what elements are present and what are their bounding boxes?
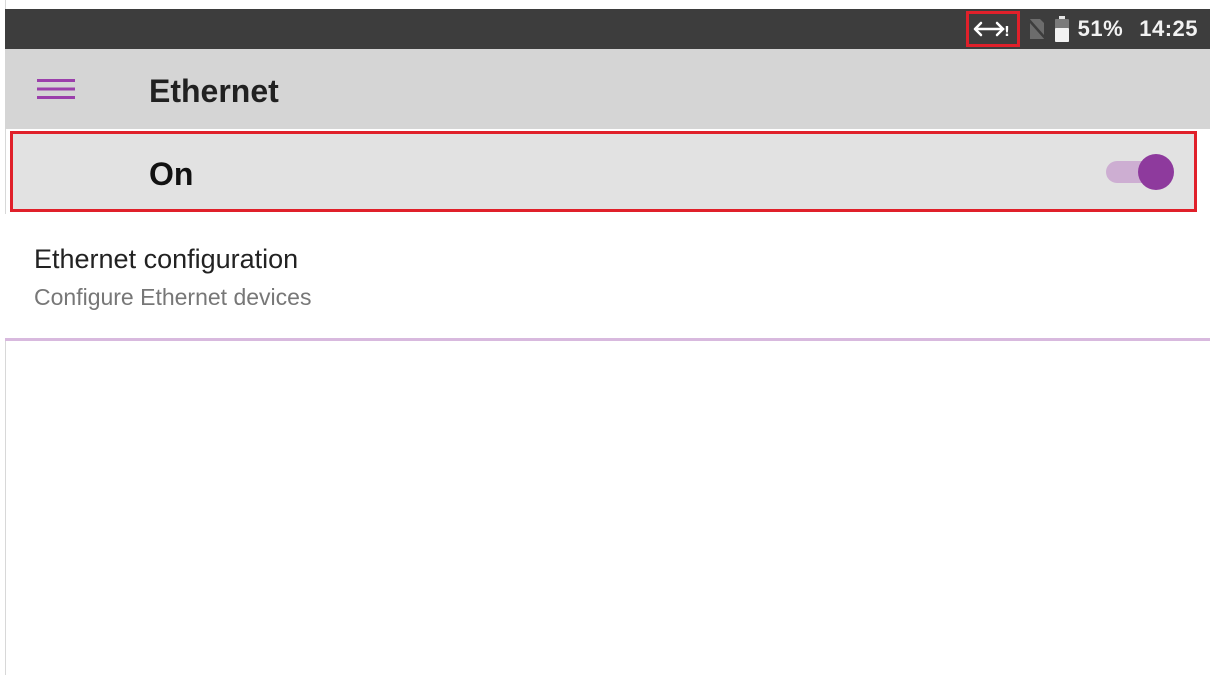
svg-text:!: ! (1004, 25, 1010, 40)
ethernet-status-icon: ! (965, 11, 1020, 47)
ethernet-toggle[interactable] (1104, 154, 1176, 190)
status-clock: 14:25 (1139, 16, 1198, 41)
page-title: Ethernet (149, 73, 279, 109)
no-sim-icon (1027, 17, 1046, 41)
switch-label: On (149, 156, 194, 192)
battery-percentage: 51% (1077, 16, 1124, 41)
ethernet-master-switch-row[interactable]: On (10, 131, 1197, 212)
app-toolbar: Ethernet (5, 49, 1210, 129)
battery-icon (1054, 16, 1070, 42)
toggle-thumb (1138, 154, 1174, 190)
status-icons: ! 51% 14:25 (965, 9, 1198, 49)
list-divider (5, 338, 1210, 341)
pref-summary: Configure Ethernet devices (34, 284, 312, 310)
android-settings-screen: ! 51% 14:25 Ethernet On Ethernet configu… (0, 0, 1210, 675)
status-bar: ! 51% 14:25 (5, 9, 1210, 49)
ethernet-configuration-item[interactable]: Ethernet configuration Configure Etherne… (5, 214, 1210, 338)
pref-title: Ethernet configuration (34, 244, 299, 274)
hamburger-menu-icon[interactable] (33, 71, 79, 107)
